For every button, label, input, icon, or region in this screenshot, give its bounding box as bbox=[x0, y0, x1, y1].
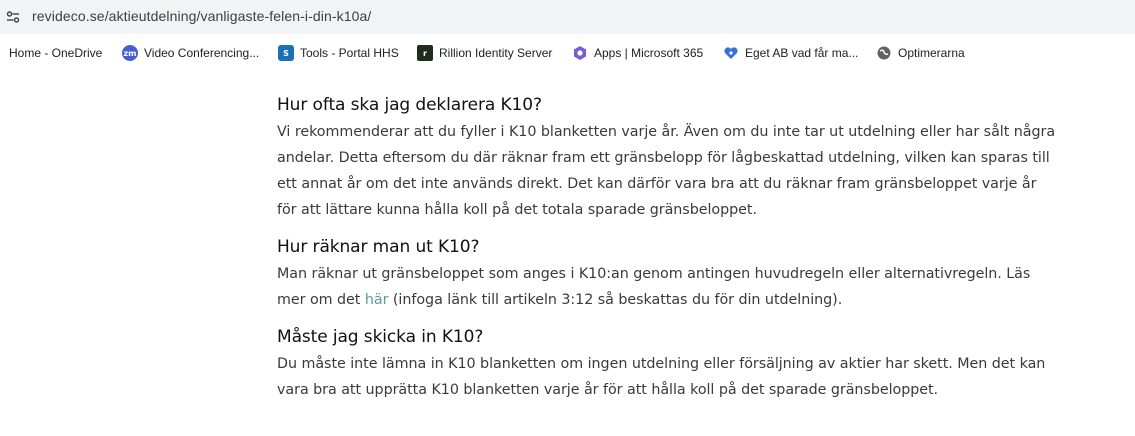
section-heading: Hur ofta ska jag deklarera K10? bbox=[277, 95, 542, 115]
text-after-link: (infoga länk till artikeln 3:12 så beska… bbox=[388, 292, 843, 308]
faq-section-frequency: Hur ofta ska jag deklarera K10? Vi rekom… bbox=[277, 94, 1057, 223]
paragraph-line: för att lättare kunna hålla koll på det … bbox=[277, 202, 757, 218]
bookmark-microsoft365[interactable]: Apps | Microsoft 365 bbox=[572, 42, 703, 64]
address-bar[interactable]: revideco.se/aktieutdelning/vanligaste-fe… bbox=[0, 0, 1135, 34]
paragraph-line: mer om det här (infoga länk till artikel… bbox=[277, 287, 1057, 313]
bookmark-rillion[interactable]: r Rillion Identity Server bbox=[417, 42, 552, 64]
bookmark-label: Optimerarna bbox=[898, 46, 965, 60]
bookmark-label: Tools - Portal HHS bbox=[300, 46, 399, 60]
faq-section-calculate: Hur räknar man ut K10? Man räknar ut grä… bbox=[277, 236, 1057, 313]
paragraph-line: andelar. Detta eftersom du där räknar fr… bbox=[277, 150, 1050, 166]
paragraph-line: vara bra att upprätta K10 blanketten var… bbox=[277, 382, 939, 398]
section-heading: Måste jag skicka in K10? bbox=[277, 327, 484, 347]
heart-icon bbox=[724, 47, 738, 59]
url-text[interactable]: revideco.se/aktieutdelning/vanligaste-fe… bbox=[32, 8, 371, 24]
faq-section-submit: Måste jag skicka in K10? Du måste inte l… bbox=[277, 326, 1057, 403]
paragraph-line: Man räknar ut gränsbeloppet som anges i … bbox=[277, 266, 1031, 282]
bookmark-label: Video Conferencing... bbox=[144, 46, 260, 60]
site-info-icon[interactable] bbox=[6, 10, 20, 24]
bookmark-label: Home - OneDrive bbox=[9, 46, 103, 60]
globe-icon bbox=[877, 46, 891, 60]
paragraph-line: ett annat år om det inte används direkt.… bbox=[277, 176, 1037, 192]
bookmark-onedrive[interactable]: Home - OneDrive bbox=[0, 42, 102, 64]
bookmark-tools-portal[interactable]: S Tools - Portal HHS bbox=[278, 42, 399, 64]
rillion-icon: r bbox=[417, 45, 433, 61]
text-before-link: mer om det bbox=[277, 292, 365, 308]
browser-chrome: revideco.se/aktieutdelning/vanligaste-fe… bbox=[0, 0, 1135, 71]
bookmark-eget-ab[interactable]: Eget AB vad får ma... bbox=[723, 42, 858, 64]
bookmark-label: Rillion Identity Server bbox=[439, 46, 553, 60]
bookmark-optimerarna[interactable]: Optimerarna bbox=[876, 42, 965, 64]
sharepoint-icon: S bbox=[278, 45, 294, 61]
zoom-icon: zm bbox=[122, 45, 138, 61]
section-heading: Hur räknar man ut K10? bbox=[277, 237, 480, 257]
paragraph-line: Vi rekommenderar att du fyller i K10 bla… bbox=[277, 124, 1056, 140]
article-content: Hur ofta ska jag deklarera K10? Vi rekom… bbox=[277, 94, 1057, 416]
bookmark-video-conferencing[interactable]: zm Video Conferencing... bbox=[122, 42, 259, 64]
bookmark-label: Eget AB vad får ma... bbox=[745, 46, 859, 60]
bookmark-label: Apps | Microsoft 365 bbox=[594, 46, 704, 60]
microsoft365-icon bbox=[574, 46, 586, 60]
bookmarks-bar: Home - OneDrive zm Video Conferencing...… bbox=[0, 42, 1135, 64]
paragraph-line: Du måste inte lämna in K10 blanketten om… bbox=[277, 356, 1046, 372]
article-link[interactable]: här bbox=[365, 292, 389, 308]
